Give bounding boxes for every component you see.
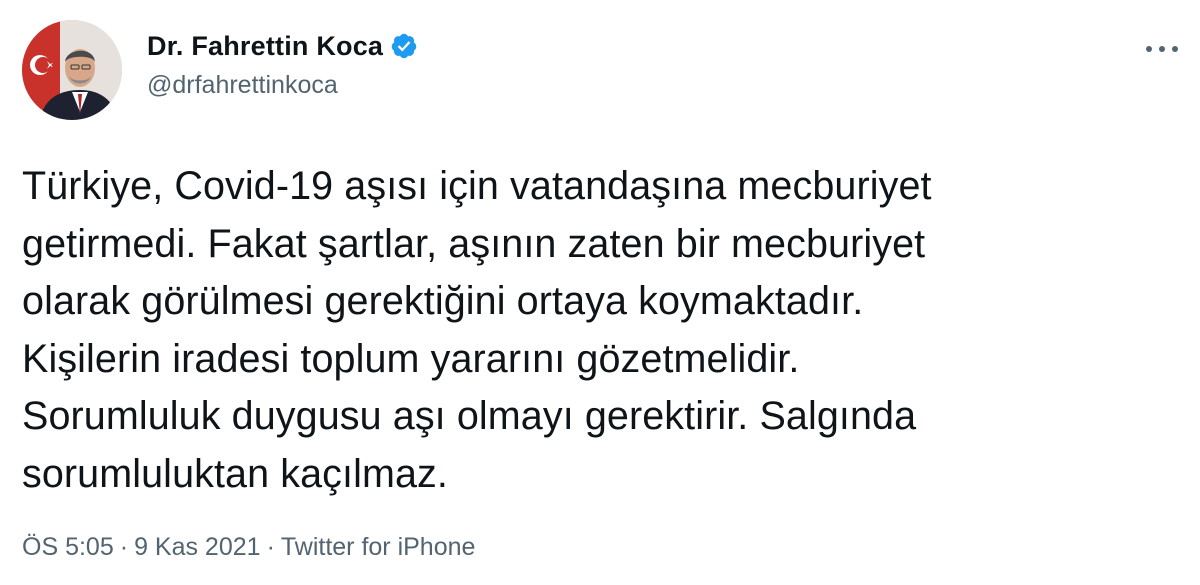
meta-separator: ·	[119, 533, 129, 561]
tweet-text-line: Sorumluluk duygusu aşı olmayı gerektirir…	[22, 394, 917, 438]
avatar-image	[22, 20, 122, 120]
tweet-text-line: olarak görülmesi gerektiğini ortaya koym…	[22, 279, 864, 323]
name-row: Dr. Fahrettin Koca	[147, 28, 418, 64]
tweet-text-line: sorumluluktan kaçılmaz.	[22, 451, 448, 496]
tweet-date[interactable]: 9 Kas 2021	[134, 533, 261, 561]
more-options-button[interactable]	[1142, 34, 1182, 64]
tweet-time[interactable]: ÖS 5:05	[22, 533, 114, 561]
verified-badge-icon	[390, 32, 418, 60]
tweet-text: Türkiye, Covid-19 aşısı için vatandaşına…	[22, 158, 1182, 503]
meta-separator: ·	[266, 533, 275, 561]
tweet-meta: ÖS 5:05 · 9 Kas 2021 · Twitter for iPhone	[22, 533, 475, 562]
tweet-source[interactable]: Twitter for iPhone	[281, 533, 476, 561]
user-handle[interactable]: @drfahrettinkoca	[147, 71, 418, 100]
tweet-text-line: Türkiye, Covid-19 aşısı için vatandaşına…	[22, 164, 932, 208]
tweet-card: Dr. Fahrettin Koca @drfahrettinkoca Türk…	[0, 0, 1200, 585]
tweet-text-line: getirmedi. Fakat şartlar, aşının zaten b…	[22, 221, 926, 266]
more-options-icon	[1146, 46, 1178, 52]
tweet-text-line: Kişilerin iradesi toplum yararını gözetm…	[22, 336, 800, 381]
author-info: Dr. Fahrettin Koca @drfahrettinkoca	[147, 28, 418, 100]
avatar[interactable]	[22, 20, 122, 120]
display-name[interactable]: Dr. Fahrettin Koca	[147, 31, 383, 62]
